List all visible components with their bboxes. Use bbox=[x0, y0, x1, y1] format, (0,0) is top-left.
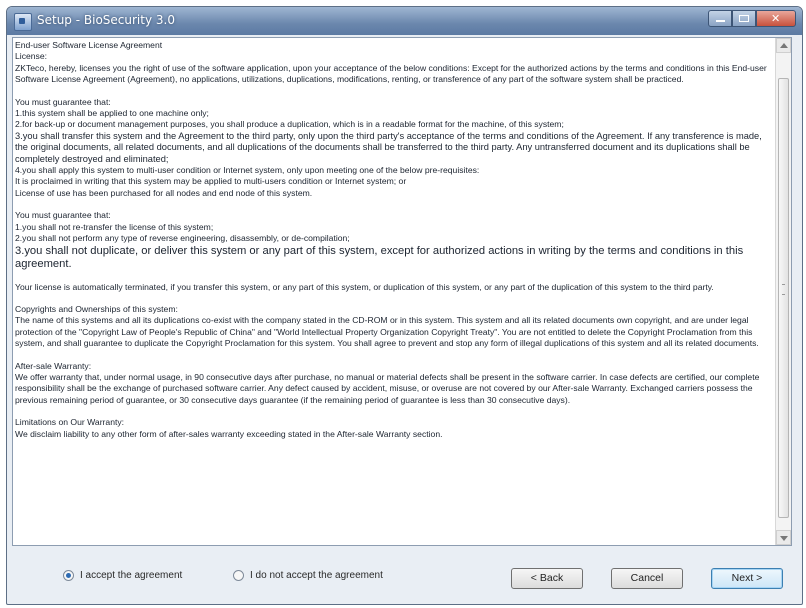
guarantee-1-item-4b: License of use has been purchased for al… bbox=[15, 187, 313, 198]
scroll-grip-icon bbox=[782, 284, 785, 295]
reject-option[interactable]: I do not accept the agreement bbox=[233, 570, 383, 581]
reject-radio[interactable] bbox=[233, 570, 244, 581]
guarantee-1-item-4: 4.you shall apply this system to multi-u… bbox=[15, 165, 480, 176]
license-text-area[interactable]: End-user Software License Agreement Lice… bbox=[12, 37, 792, 546]
scroll-down-arrow-icon[interactable] bbox=[776, 530, 791, 545]
cancel-button[interactable]: Cancel bbox=[611, 568, 683, 589]
license-scrollbar[interactable] bbox=[775, 38, 791, 545]
minimize-icon bbox=[716, 20, 725, 22]
accept-label: I accept the agreement bbox=[80, 570, 183, 581]
close-icon: ✕ bbox=[771, 12, 781, 25]
maximize-button[interactable] bbox=[732, 10, 756, 27]
guarantee-1-item-4a: It is proclaimed in writing that this sy… bbox=[15, 176, 407, 187]
warranty-title: After-sale Warranty: bbox=[15, 360, 92, 371]
limitations-title: Limitations on Our Warranty: bbox=[15, 417, 125, 428]
limitations-text: We disclaim liability to any other form … bbox=[15, 428, 443, 439]
guarantee-1-item-1: 1.this system shall be applied to one ma… bbox=[15, 108, 209, 119]
close-button[interactable]: ✕ bbox=[756, 10, 796, 27]
scroll-thumb[interactable] bbox=[778, 78, 789, 518]
window-controls: ✕ bbox=[708, 10, 796, 27]
license-heading: End-user Software License Agreement bbox=[15, 40, 163, 50]
copyright-text: The name of this systems and all its dup… bbox=[15, 315, 759, 349]
maximize-icon bbox=[739, 15, 749, 22]
guarantee-1-item-3: 3.you shall transfer this system and the… bbox=[15, 130, 762, 164]
license-label: License: bbox=[15, 51, 48, 62]
title-bar[interactable]: Setup - BioSecurity 3.0 ✕ bbox=[7, 7, 802, 35]
copyright-title: Copyrights and Ownerships of this system… bbox=[15, 303, 178, 314]
license-text: End-user Software License Agreement Lice… bbox=[15, 40, 777, 545]
next-button[interactable]: Next > bbox=[711, 568, 783, 589]
license-intro: ZKTeco, hereby, licenses you the right o… bbox=[15, 62, 767, 85]
accept-radio[interactable] bbox=[63, 570, 74, 581]
guarantee-2-item-3: 3.you shall not duplicate, or deliver th… bbox=[15, 244, 744, 270]
minimize-button[interactable] bbox=[708, 10, 732, 27]
warranty-text: We offer warranty that, under normal usa… bbox=[15, 371, 760, 405]
setup-window: Setup - BioSecurity 3.0 ✕ End-user Softw… bbox=[6, 6, 803, 605]
guarantee-2-item-2: 2.you shall not perform any type of reve… bbox=[15, 233, 350, 244]
reject-label: I do not accept the agreement bbox=[250, 570, 383, 581]
guarantee-title-1: You must guarantee that: bbox=[15, 96, 111, 107]
window-title: Setup - BioSecurity 3.0 bbox=[37, 13, 175, 27]
termination-clause: Your license is automatically terminated… bbox=[15, 281, 714, 292]
scroll-up-arrow-icon[interactable] bbox=[776, 38, 791, 53]
setup-app-icon bbox=[14, 13, 32, 31]
guarantee-1-item-2: 2.for back-up or document management pur… bbox=[15, 119, 564, 130]
accept-option[interactable]: I accept the agreement bbox=[63, 570, 182, 581]
back-button[interactable]: < Back bbox=[511, 568, 583, 589]
guarantee-2-item-1: 1.you shall not re-transfer the license … bbox=[15, 221, 214, 232]
guarantee-title-2: You must guarantee that: bbox=[15, 210, 111, 221]
